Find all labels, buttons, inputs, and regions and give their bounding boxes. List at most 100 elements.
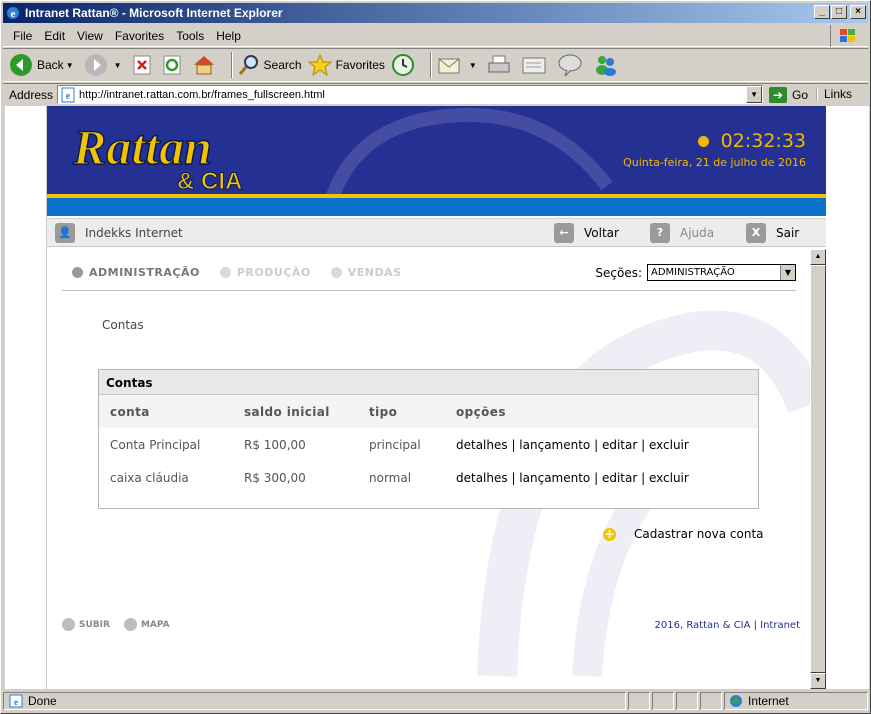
history-button[interactable] — [391, 53, 419, 77]
browser-window: e Intranet Rattan® - Microsoft Internet … — [0, 0, 871, 714]
cell-tipo: normal — [369, 471, 412, 485]
header-banner: Rattan & CIA 02:32:33 Quinta-feira, 21 d… — [47, 106, 827, 194]
stop-button[interactable] — [132, 54, 156, 76]
forward-arrow-icon — [84, 54, 107, 76]
rattan-logo: Rattan & CIA — [71, 118, 243, 194]
menu-favorites[interactable]: Favorites — [109, 29, 170, 43]
table-row: Conta Principal R$ 100,00 principal deta… — [99, 428, 758, 461]
address-url: http://intranet.rattan.com.br/frames_ful… — [79, 88, 325, 101]
cell-conta: caixa cláudia — [110, 471, 189, 485]
window-title: Intranet Rattan® - Microsoft Internet Ex… — [25, 6, 283, 20]
address-bar: Address e http://intranet.rattan.com.br/… — [3, 83, 868, 105]
menu-tools[interactable]: Tools — [170, 29, 210, 43]
up-link[interactable]: SUBIR — [79, 620, 110, 630]
title-bar: e Intranet Rattan® - Microsoft Internet … — [3, 3, 868, 23]
go-arrow-icon: ➔ — [769, 86, 788, 103]
toolbar: Back ▼ ▼ Search Favorites ▼ — [3, 48, 868, 82]
home-button[interactable] — [192, 54, 220, 76]
banner-watermark — [326, 107, 613, 194]
clock: 02:32:33 — [697, 130, 806, 152]
vertical-scrollbar[interactable]: ▲ ▼ — [810, 249, 826, 689]
forward-button[interactable]: ▼ — [84, 53, 126, 77]
col-header-saldo: saldo inicial — [244, 405, 330, 419]
maximize-button[interactable]: □ — [831, 5, 847, 19]
history-icon — [391, 54, 414, 76]
scroll-thumb[interactable] — [810, 265, 826, 673]
col-header-conta: conta — [110, 405, 150, 419]
address-input[interactable]: e http://intranet.rattan.com.br/frames_f… — [57, 85, 764, 104]
map-link[interactable]: MAPA — [141, 620, 170, 630]
add-account-link[interactable]: + Cadastrar nova conta — [603, 527, 764, 541]
menu-file[interactable]: File — [3, 29, 38, 43]
close-button[interactable]: × — [850, 5, 866, 19]
windows-logo-icon — [830, 25, 864, 47]
print-button[interactable] — [487, 54, 515, 76]
cell-tipo: principal — [369, 438, 421, 452]
menu-edit[interactable]: Edit — [38, 29, 71, 43]
back-button[interactable]: Back ▼ — [9, 53, 78, 77]
tab-bullet-icon — [219, 267, 231, 278]
tab-administracao[interactable]: ADMINISTRAÇÃO — [72, 266, 200, 279]
discuss-button[interactable] — [557, 53, 587, 77]
menu-help[interactable]: Help — [210, 29, 247, 43]
page-title: Contas — [102, 318, 144, 332]
clock-time: 02:32:33 — [720, 130, 806, 152]
search-icon — [238, 55, 258, 75]
up-icon — [62, 618, 75, 631]
col-header-opcoes: opções — [456, 405, 506, 419]
menu-view[interactable]: View — [71, 29, 109, 43]
minimize-button[interactable]: _ — [814, 5, 830, 19]
refresh-button[interactable] — [162, 54, 186, 76]
scroll-up-button[interactable]: ▲ — [810, 249, 826, 265]
svg-text:& CIA: & CIA — [177, 168, 242, 194]
col-header-tipo: tipo — [369, 405, 398, 419]
footer-nav: SUBIR MAPA — [62, 618, 170, 631]
map-icon — [123, 618, 137, 631]
printer-icon — [488, 55, 510, 73]
tab-bullet-icon — [330, 267, 342, 278]
globe-icon — [730, 695, 742, 707]
edit-page-icon — [522, 57, 546, 74]
cell-conta: Conta Principal — [110, 438, 201, 452]
clock-icon — [697, 135, 709, 147]
internet-explorer-icon: e — [7, 7, 19, 20]
address-dropdown-button[interactable]: ▼ — [746, 86, 763, 103]
table-header-row: conta saldo inicial tipo opções — [99, 395, 758, 428]
cell-options-links[interactable]: detalhes | lançamento | editar | excluir — [456, 438, 689, 452]
home-icon — [193, 56, 214, 75]
tab-vendas[interactable]: VENDAS — [330, 266, 402, 279]
plus-icon: + — [603, 526, 616, 541]
scroll-down-button[interactable]: ▼ — [810, 673, 826, 689]
sections-label: Seções: — [595, 265, 642, 280]
chevron-down-icon: ▼ — [780, 265, 795, 280]
menu-bar: File Edit View Favorites Tools Help — [3, 25, 868, 47]
stop-icon — [133, 55, 151, 75]
user-label: 👤 Indekks Internet — [55, 223, 183, 243]
address-label: Address — [9, 87, 54, 102]
cell-options-links[interactable]: detalhes | lançamento | editar | excluir — [456, 471, 689, 485]
sections-selector: Seções: ADMINISTRAÇÃO ▼ — [595, 264, 796, 281]
go-button[interactable]: ➔ Go — [769, 86, 808, 103]
help-link[interactable]: ? Ajuda — [650, 223, 714, 243]
sections-select[interactable]: ADMINISTRAÇÃO ▼ — [647, 264, 796, 281]
tab-producao[interactable]: PRODUÇÃO — [219, 266, 311, 279]
exit-link[interactable]: X Sair — [746, 223, 799, 243]
refresh-icon — [163, 55, 181, 75]
status-bar: e Done Internet — [3, 691, 868, 711]
favorites-button[interactable]: Favorites — [307, 54, 385, 76]
links-button[interactable]: Links — [815, 87, 852, 101]
blue-stripe — [47, 198, 827, 216]
page-viewport: Rattan & CIA 02:32:33 Quinta-feira, 21 d… — [5, 106, 827, 689]
security-zone: Internet — [724, 692, 868, 710]
page-icon: e — [9, 694, 23, 708]
back-icon: ← — [554, 223, 574, 243]
status-text-area: e Done — [3, 692, 626, 710]
messenger-button[interactable] — [593, 53, 623, 77]
svg-text:Rattan: Rattan — [72, 119, 212, 175]
mail-icon — [438, 58, 460, 74]
search-button[interactable]: Search — [238, 54, 302, 76]
section-divider — [62, 290, 796, 291]
edit-button[interactable] — [521, 54, 551, 76]
back-link[interactable]: ← Voltar — [554, 223, 619, 243]
mail-button[interactable]: ▼ — [437, 54, 481, 76]
